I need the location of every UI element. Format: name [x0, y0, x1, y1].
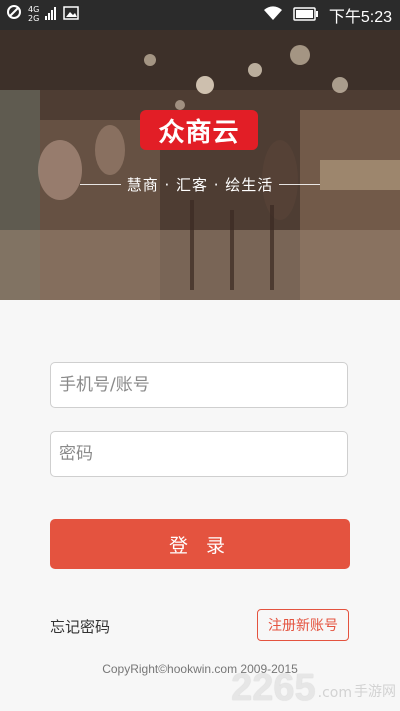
cafe-background-image	[0, 30, 400, 300]
site-watermark: 2265 .com 手游网	[231, 669, 396, 707]
account-field	[50, 362, 348, 408]
slogan-divider-right	[279, 183, 321, 185]
network-indicator: 4G 2G	[28, 5, 39, 23]
watermark-number: 2265	[231, 667, 316, 709]
forgot-password-link[interactable]: 忘记密码	[50, 616, 110, 637]
password-input[interactable]	[51, 432, 347, 476]
network-type-top: 4G	[28, 5, 40, 14]
login-button[interactable]: 登 录	[50, 519, 350, 569]
password-field	[50, 431, 348, 477]
battery-icon	[293, 6, 319, 25]
image-notification-icon	[63, 5, 80, 24]
hero-banner: 众商云 慧商 · 汇客 · 绘生活	[0, 30, 400, 300]
wifi-icon	[263, 5, 283, 25]
network-type-bottom: 2G	[28, 14, 40, 23]
account-input[interactable]	[51, 363, 347, 407]
slogan-divider-left	[80, 183, 121, 185]
status-bar: 4G 2G 下午5:23	[0, 0, 400, 30]
register-button[interactable]: 注册新账号	[257, 609, 349, 641]
do-not-disturb-icon	[6, 4, 22, 24]
signal-icon	[45, 5, 57, 24]
clock: 下午5:23	[328, 9, 392, 26]
slogan-row: 慧商 · 汇客 · 绘生活	[80, 174, 321, 194]
watermark-suffix: .com	[317, 685, 352, 701]
logo-text: 众商云	[158, 117, 240, 148]
watermark-text: 手游网	[354, 684, 396, 700]
app-logo: 众商云	[140, 110, 258, 150]
slogan: 慧商 · 汇客 · 绘生活	[126, 175, 274, 194]
